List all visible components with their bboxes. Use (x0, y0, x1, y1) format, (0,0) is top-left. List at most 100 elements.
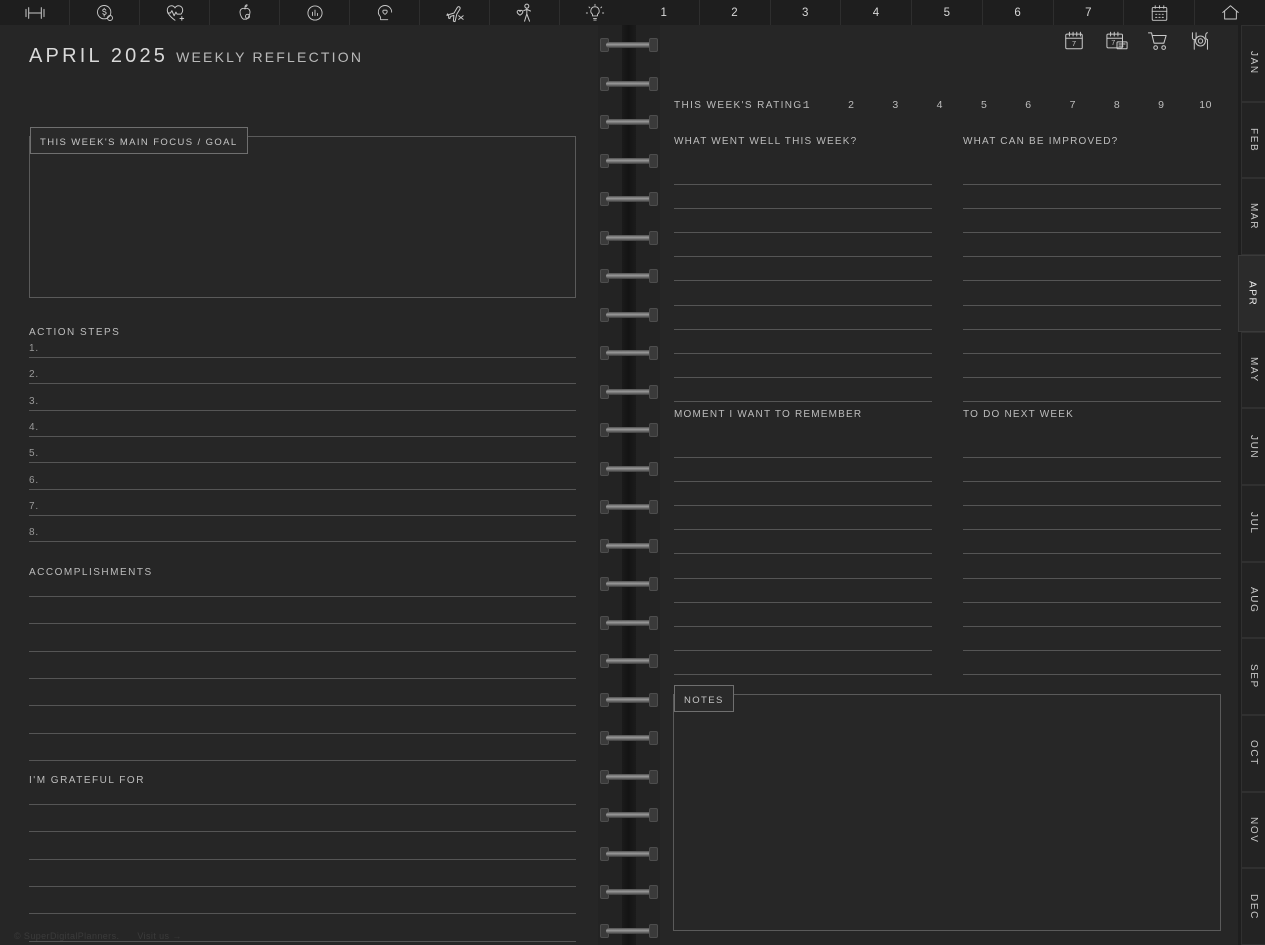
month-tab-oct[interactable]: OCT (1241, 715, 1265, 792)
accomplishment-line[interactable] (29, 678, 576, 679)
reflection-line-left[interactable] (674, 232, 932, 233)
action-step-line[interactable] (29, 383, 576, 384)
rating-option-4[interactable]: 4 (930, 99, 950, 111)
month-tab-sep[interactable]: SEP (1241, 638, 1265, 715)
reflection-line-right[interactable] (963, 305, 1221, 306)
planning-line-left[interactable] (674, 553, 932, 554)
planning-line-right[interactable] (963, 553, 1221, 554)
action-step-line[interactable] (29, 462, 576, 463)
action-step-line[interactable] (29, 515, 576, 516)
week-tab-5[interactable]: 5 (912, 0, 983, 25)
action-step-line[interactable] (29, 541, 576, 542)
reflection-line-left[interactable] (674, 329, 932, 330)
rating-option-6[interactable]: 6 (1019, 99, 1039, 111)
week-tab-3[interactable]: 3 (771, 0, 842, 25)
weekly-calendar-button[interactable]: 7 (1063, 30, 1085, 57)
notes-input[interactable] (673, 694, 1221, 931)
reflection-line-left[interactable] (674, 377, 932, 378)
month-tab-dec[interactable]: DEC (1241, 868, 1265, 945)
planning-line-left[interactable] (674, 457, 932, 458)
focus-goal-input[interactable] (29, 136, 576, 298)
rating-option-3[interactable]: 3 (886, 99, 906, 111)
accomplishment-line[interactable] (29, 705, 576, 706)
reflection-line-right[interactable] (963, 208, 1221, 209)
reflection-line-right[interactable] (963, 184, 1221, 185)
planning-line-right[interactable] (963, 457, 1221, 458)
month-tab-aug[interactable]: AUG (1241, 562, 1265, 639)
category-tab-mindfulness[interactable] (350, 0, 420, 25)
meal-plan-button[interactable] (1189, 30, 1212, 57)
reflection-line-left[interactable] (674, 256, 932, 257)
reflection-line-right[interactable] (963, 401, 1221, 402)
reflection-line-right[interactable] (963, 329, 1221, 330)
action-step-line[interactable] (29, 357, 576, 358)
week-tab-4[interactable]: 4 (841, 0, 912, 25)
planning-line-right[interactable] (963, 505, 1221, 506)
reflection-line-right[interactable] (963, 353, 1221, 354)
planning-line-right[interactable] (963, 481, 1221, 482)
week-tab-7[interactable]: 7 (1054, 0, 1125, 25)
accomplishment-line[interactable] (29, 596, 576, 597)
month-tab-mar[interactable]: MAR (1241, 178, 1265, 255)
planning-line-left[interactable] (674, 578, 932, 579)
visit-link[interactable]: Visit us → (137, 931, 181, 941)
planning-line-left[interactable] (674, 505, 932, 506)
category-tab-self-care[interactable] (490, 0, 560, 25)
rating-option-7[interactable]: 7 (1063, 99, 1083, 111)
planning-line-right[interactable] (963, 602, 1221, 603)
grateful-line[interactable] (29, 831, 576, 832)
accomplishment-line[interactable] (29, 651, 576, 652)
action-step-line[interactable] (29, 410, 576, 411)
grateful-line[interactable] (29, 886, 576, 887)
month-tab-jan[interactable]: JAN (1241, 25, 1265, 102)
planning-line-left[interactable] (674, 674, 932, 675)
planning-line-right[interactable] (963, 529, 1221, 530)
accomplishment-line[interactable] (29, 760, 576, 761)
planning-line-right[interactable] (963, 674, 1221, 675)
month-tab-jul[interactable]: JUL (1241, 485, 1265, 562)
weekly-notes-button[interactable]: 7 (1105, 30, 1129, 57)
month-tab-may[interactable]: MAY (1241, 332, 1265, 409)
week-tab-6[interactable]: 6 (983, 0, 1054, 25)
planning-line-left[interactable] (674, 626, 932, 627)
month-tab-jun[interactable]: JUN (1241, 408, 1265, 485)
category-tab-stats[interactable] (280, 0, 350, 25)
rating-option-5[interactable]: 5 (974, 99, 994, 111)
week-tab-2[interactable]: 2 (700, 0, 771, 25)
accomplishment-line[interactable] (29, 623, 576, 624)
planning-line-left[interactable] (674, 650, 932, 651)
rating-option-9[interactable]: 9 (1151, 99, 1171, 111)
reflection-line-left[interactable] (674, 305, 932, 306)
reflection-line-left[interactable] (674, 184, 932, 185)
week-tab-1[interactable]: 1 (629, 0, 700, 25)
action-step-line[interactable] (29, 436, 576, 437)
rating-option-1[interactable]: 1 (797, 99, 817, 111)
planning-line-right[interactable] (963, 578, 1221, 579)
planning-line-left[interactable] (674, 529, 932, 530)
home-tab[interactable] (1195, 0, 1265, 25)
reflection-line-left[interactable] (674, 208, 932, 209)
rating-option-8[interactable]: 8 (1107, 99, 1127, 111)
reflection-line-right[interactable] (963, 232, 1221, 233)
month-tab-nov[interactable]: NOV (1241, 792, 1265, 869)
reflection-line-right[interactable] (963, 280, 1221, 281)
shopping-cart-button[interactable] (1147, 30, 1170, 56)
reflection-line-right[interactable] (963, 256, 1221, 257)
reflection-line-left[interactable] (674, 280, 932, 281)
reflection-line-left[interactable] (674, 401, 932, 402)
planning-line-right[interactable] (963, 650, 1221, 651)
rating-option-2[interactable]: 2 (841, 99, 861, 111)
month-tab-feb[interactable]: FEB (1241, 102, 1265, 179)
category-tab-health[interactable] (140, 0, 210, 25)
action-step-line[interactable] (29, 489, 576, 490)
category-tab-nutrition[interactable] (210, 0, 280, 25)
category-tab-finance[interactable] (70, 0, 140, 25)
grateful-line[interactable] (29, 804, 576, 805)
planning-line-left[interactable] (674, 602, 932, 603)
reflection-line-left[interactable] (674, 353, 932, 354)
category-tab-ideas[interactable] (560, 0, 629, 25)
category-tab-fitness[interactable] (0, 0, 70, 25)
planning-line-left[interactable] (674, 481, 932, 482)
month-tab-apr[interactable]: APR (1238, 255, 1265, 332)
rating-option-10[interactable]: 10 (1196, 99, 1216, 111)
